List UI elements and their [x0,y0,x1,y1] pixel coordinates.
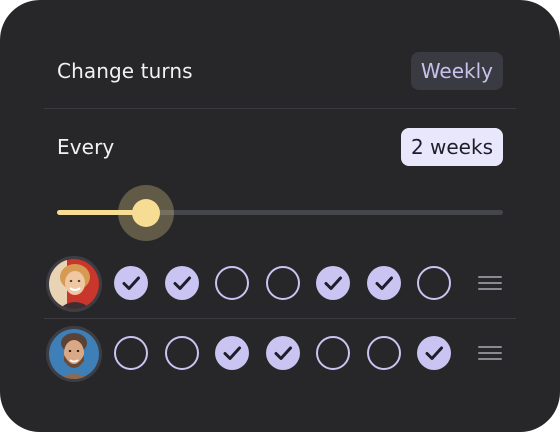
man-portrait-icon [49,329,99,379]
frequency-selector[interactable]: Weekly [410,52,503,90]
slider-thumb[interactable] [132,199,160,227]
person-row [44,256,516,312]
day-unchecked-checkbox[interactable] [417,266,451,300]
woman-portrait-icon [49,259,99,309]
avatar [46,326,102,382]
divider [44,318,516,319]
day-checked-checkbox[interactable] [417,336,451,370]
day-checked-checkbox[interactable] [114,266,148,300]
checkmark-icon [122,276,140,290]
day-checked-checkbox[interactable] [367,266,401,300]
day-checked-checkbox[interactable] [215,336,249,370]
day-unchecked-checkbox[interactable] [367,336,401,370]
day-checked-checkbox[interactable] [266,336,300,370]
checkmark-icon [324,276,342,290]
divider [44,108,516,109]
checkmark-icon [223,346,241,360]
day-checked-checkbox[interactable] [165,266,199,300]
change-turns-row: Change turns Weekly [57,52,503,90]
checkmark-icon [375,276,393,290]
checkmark-icon [425,346,443,360]
interval-slider[interactable] [57,185,503,241]
checkmark-icon [173,276,191,290]
day-unchecked-checkbox[interactable] [165,336,199,370]
day-unchecked-checkbox[interactable] [215,266,249,300]
every-row: Every 2 weeks [57,128,503,166]
drag-handle-icon[interactable] [478,276,502,290]
day-checked-checkbox[interactable] [316,266,350,300]
avatar [46,256,102,312]
turns-settings-card: Change turns Weekly Every 2 weeks [0,0,560,432]
day-unchecked-checkbox[interactable] [266,266,300,300]
interval-selector[interactable]: 2 weeks [400,128,503,166]
day-unchecked-checkbox[interactable] [114,336,148,370]
change-turns-label: Change turns [57,59,193,83]
day-unchecked-checkbox[interactable] [316,336,350,370]
drag-handle-icon[interactable] [478,346,502,360]
person-row [44,326,516,382]
every-label: Every [57,135,115,159]
checkmark-icon [274,346,292,360]
